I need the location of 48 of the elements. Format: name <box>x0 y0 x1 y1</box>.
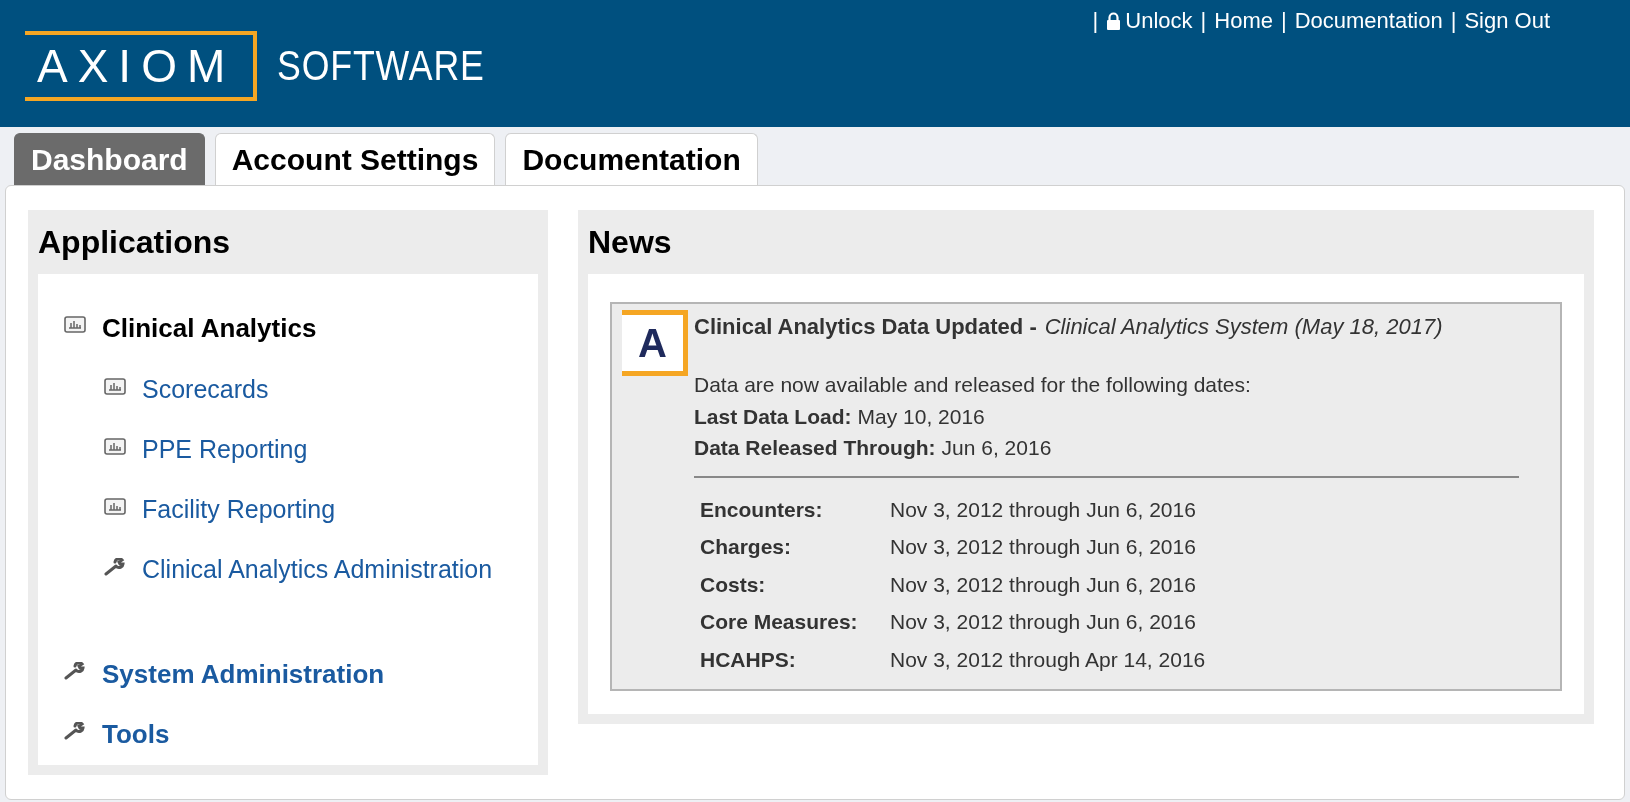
date-range-value: Nov 3, 2012 through Jun 6, 2016 <box>890 609 1196 635</box>
news-intro: Data are now available and released for the following dates: <box>694 372 1252 398</box>
wrench-icon <box>64 661 86 680</box>
date-range-label: HCAHPS: <box>700 646 797 673</box>
date-range-label: Costs: <box>700 571 767 598</box>
fact-value: Jun 6, 2016 <box>941 435 1052 461</box>
tab[interactable]: Documentation <box>505 133 758 185</box>
date-range-label: Charges: <box>700 534 793 560</box>
chart-icon <box>104 498 126 516</box>
link-separator: | <box>1200 7 1207 35</box>
link-separator: | <box>1450 7 1457 35</box>
date-range-value: Nov 3, 2012 through Apr 14, 2016 <box>890 646 1206 673</box>
wrench-icon <box>64 722 86 740</box>
wrench-icon <box>104 558 126 577</box>
header-link[interactable]: Home <box>1214 4 1273 37</box>
lock-icon <box>1106 11 1122 30</box>
application-link[interactable]: Facility Reporting <box>142 494 336 526</box>
fact-label: Data Released Through: <box>694 435 936 461</box>
application-link[interactable]: Tools <box>102 718 170 751</box>
date-range-value: Nov 3, 2012 through Jun 6, 2016 <box>890 571 1196 598</box>
chart-icon <box>64 316 86 334</box>
panel-title: News <box>588 223 673 262</box>
link-separator: | <box>1092 7 1099 35</box>
application-group-title: Clinical Analytics <box>102 312 317 345</box>
date-range-value: Nov 3, 2012 through Jun 6, 2016 <box>890 534 1196 560</box>
header-link[interactable]: Sign Out <box>1464 4 1550 37</box>
application-link[interactable]: PPE Reporting <box>142 433 308 465</box>
tab[interactable]: Dashboard <box>14 133 205 185</box>
application-link[interactable]: Clinical Analytics Administration <box>142 554 493 586</box>
tab[interactable]: Account Settings <box>214 133 496 185</box>
date-range-label: Encounters: <box>700 496 824 523</box>
header-link[interactable]: Documentation <box>1294 4 1443 37</box>
fact-label: Last Data Load: <box>694 403 852 430</box>
application-link[interactable]: System Administration <box>102 657 385 690</box>
news-logo: A <box>622 310 688 376</box>
logo-wordmark: AXIOM <box>37 39 236 92</box>
application-link[interactable]: Scorecards <box>142 373 269 405</box>
chart-icon <box>104 437 126 456</box>
date-range-label: Core Measures: <box>700 609 859 635</box>
chart-icon <box>104 377 126 396</box>
header-link[interactable]: Unlock <box>1106 4 1193 37</box>
link-separator: | <box>1280 7 1287 35</box>
panel-title: Applications <box>38 223 231 262</box>
news-headline: Clinical Analytics Data Updated - <box>694 313 1037 341</box>
logo-subtitle: SOFTWARE <box>277 44 485 87</box>
news-source: Clinical Analytics System (May 18, 2017) <box>1044 313 1443 341</box>
date-range-value: Nov 3, 2012 through Jun 6, 2016 <box>890 496 1196 523</box>
fact-value: May 10, 2016 <box>857 403 985 430</box>
